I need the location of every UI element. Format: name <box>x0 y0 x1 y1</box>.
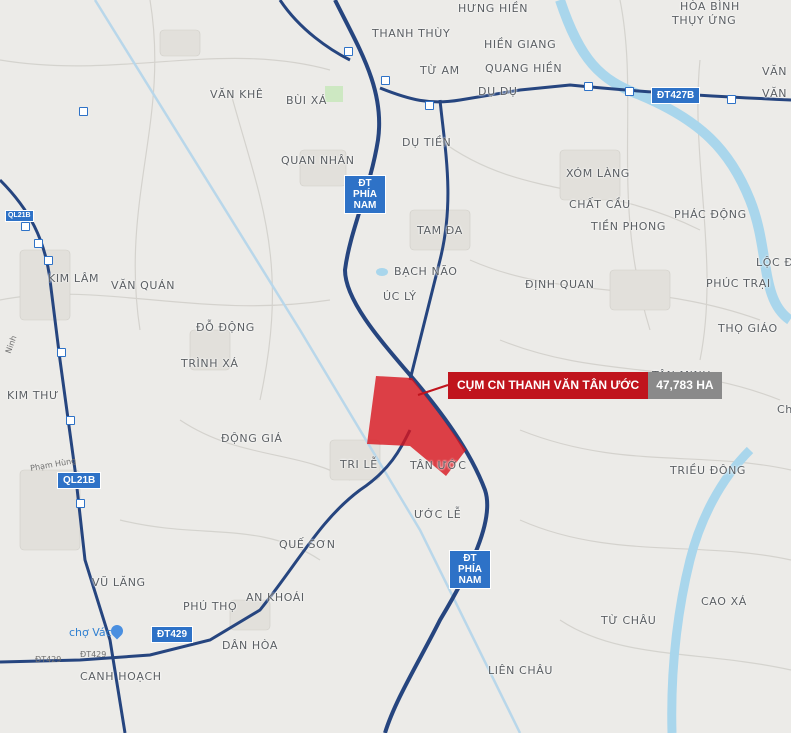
route-shield-dt429[interactable]: ĐT429 <box>151 626 194 643</box>
place-label: PHÁC ĐỘNG <box>674 208 747 221</box>
place-label: THỤY ỨNG <box>672 14 737 27</box>
route-shield-dt-phia-nam[interactable]: ĐT PHÍA NAM <box>449 550 491 589</box>
callout-area: 47,783 HA <box>648 372 722 399</box>
place-label: QUAN NHÂN <box>281 154 355 167</box>
industrial-zone-callout[interactable]: CỤM CN THANH VĂN TÂN ƯỚC 47,783 HA <box>448 372 722 399</box>
place-label: VĂN KHÊ <box>210 88 264 101</box>
place-label: DỤ DỤ <box>478 85 518 98</box>
place-label: QUANG HIỀN <box>485 62 563 75</box>
place-label: Ch <box>777 403 791 416</box>
place-label: THANH THÙY <box>372 27 451 40</box>
place-label: LỘC Đ <box>756 256 791 269</box>
route-shield-dt427b[interactable]: ĐT427B <box>651 87 701 104</box>
route-shield-ql21b[interactable]: QL21B <box>57 472 102 489</box>
shield-line: PHÍA <box>458 564 482 575</box>
place-label: DỤ TIỀN <box>402 136 452 149</box>
place-label: DÂN HÒA <box>222 639 278 652</box>
river-south <box>667 446 754 733</box>
place-label: KIM THƯ <box>7 389 60 402</box>
place-label: VĂN <box>762 87 788 100</box>
place-label: TỪ AM <box>420 64 460 77</box>
shield-line: ĐT <box>358 178 372 189</box>
place-label: TRI LỄ <box>340 458 378 471</box>
place-label: ƯỚC LỄ <box>414 508 462 521</box>
place-label: QUẾ SƠN <box>279 538 336 551</box>
place-label: VĂN QUÁN <box>111 279 176 292</box>
bus-stop-icon[interactable] <box>79 107 88 116</box>
park-area <box>325 86 343 102</box>
railway-line <box>93 0 522 733</box>
place-label: CANH HOẠCH <box>80 670 162 683</box>
shield-line: NAM <box>458 575 482 586</box>
place-label: VŨ LĂNG <box>92 576 146 589</box>
place-label: ĐỊNH QUAN <box>525 278 595 291</box>
place-label: TÂN ƯỚC <box>410 459 467 472</box>
place-label: ÚC LÝ <box>383 290 417 303</box>
map-base-layer <box>0 0 791 733</box>
place-label: TRIỀU ĐÔNG <box>670 464 747 477</box>
place-label: BÙI XÁ <box>286 94 327 107</box>
bus-stop-icon[interactable] <box>344 47 353 56</box>
poi-label[interactable]: chợ Vác <box>69 626 112 639</box>
place-label: PHÚ THỌ <box>183 600 238 613</box>
shield-line: NAM <box>353 200 377 211</box>
bus-stop-icon[interactable] <box>57 348 66 357</box>
route-shield-ql21b-small[interactable]: QL21B <box>5 210 34 222</box>
place-label: PHÚC TRẠI <box>706 277 771 290</box>
place-label: TIỀN PHONG <box>591 220 666 233</box>
bus-stop-icon[interactable] <box>727 95 736 104</box>
road-dt-phia-nam <box>333 0 490 733</box>
place-label: LIÊN CHÂU <box>488 664 553 677</box>
bus-stop-icon[interactable] <box>76 499 85 508</box>
callout-name: CỤM CN THANH VĂN TÂN ƯỚC <box>448 372 649 399</box>
place-label: CAO XÁ <box>701 595 747 608</box>
place-label: VĂN <box>762 65 788 78</box>
road-label-dt429: ĐT429 <box>35 655 62 664</box>
bus-stop-icon[interactable] <box>584 82 593 91</box>
place-label: THỌ GIÁO <box>718 322 778 335</box>
shield-line: ĐT <box>463 553 477 564</box>
place-label: TỪ CHÂU <box>601 614 657 627</box>
place-label: TRÌNH XÁ <box>181 357 239 370</box>
bus-stop-icon[interactable] <box>44 256 53 265</box>
route-shield-dt-phia-nam[interactable]: ĐT PHÍA NAM <box>344 175 386 214</box>
bus-stop-icon[interactable] <box>425 101 434 110</box>
lake <box>376 268 388 276</box>
bus-stop-icon[interactable] <box>381 76 390 85</box>
place-label: HIỀN GIANG <box>484 38 557 51</box>
place-label: ĐỖ ĐỘNG <box>196 321 255 334</box>
place-label: BẠCH NÃO <box>394 265 458 278</box>
place-label: AN KHOÁI <box>246 591 305 604</box>
place-label: KIM LÂM <box>48 272 100 285</box>
place-label: CHẤT CẦU <box>569 198 631 211</box>
place-label: TAM ĐA <box>417 224 463 237</box>
road-label-dt429: ĐT429 <box>80 650 107 659</box>
bus-stop-icon[interactable] <box>625 87 634 96</box>
bus-stop-icon[interactable] <box>34 239 43 248</box>
place-label: HÒA BÌNH <box>680 0 740 13</box>
bus-stop-icon[interactable] <box>66 416 75 425</box>
place-label: ĐỘNG GIÁ <box>221 432 283 445</box>
map-canvas[interactable]: HƯNG HIỀN HÒA BÌNH THỤY ỨNG THANH THÙY H… <box>0 0 791 733</box>
place-label: XÓM LÀNG <box>566 167 630 180</box>
bus-stop-icon[interactable] <box>21 222 30 231</box>
shield-line: PHÍA <box>353 189 377 200</box>
place-label: HƯNG HIỀN <box>458 2 529 15</box>
